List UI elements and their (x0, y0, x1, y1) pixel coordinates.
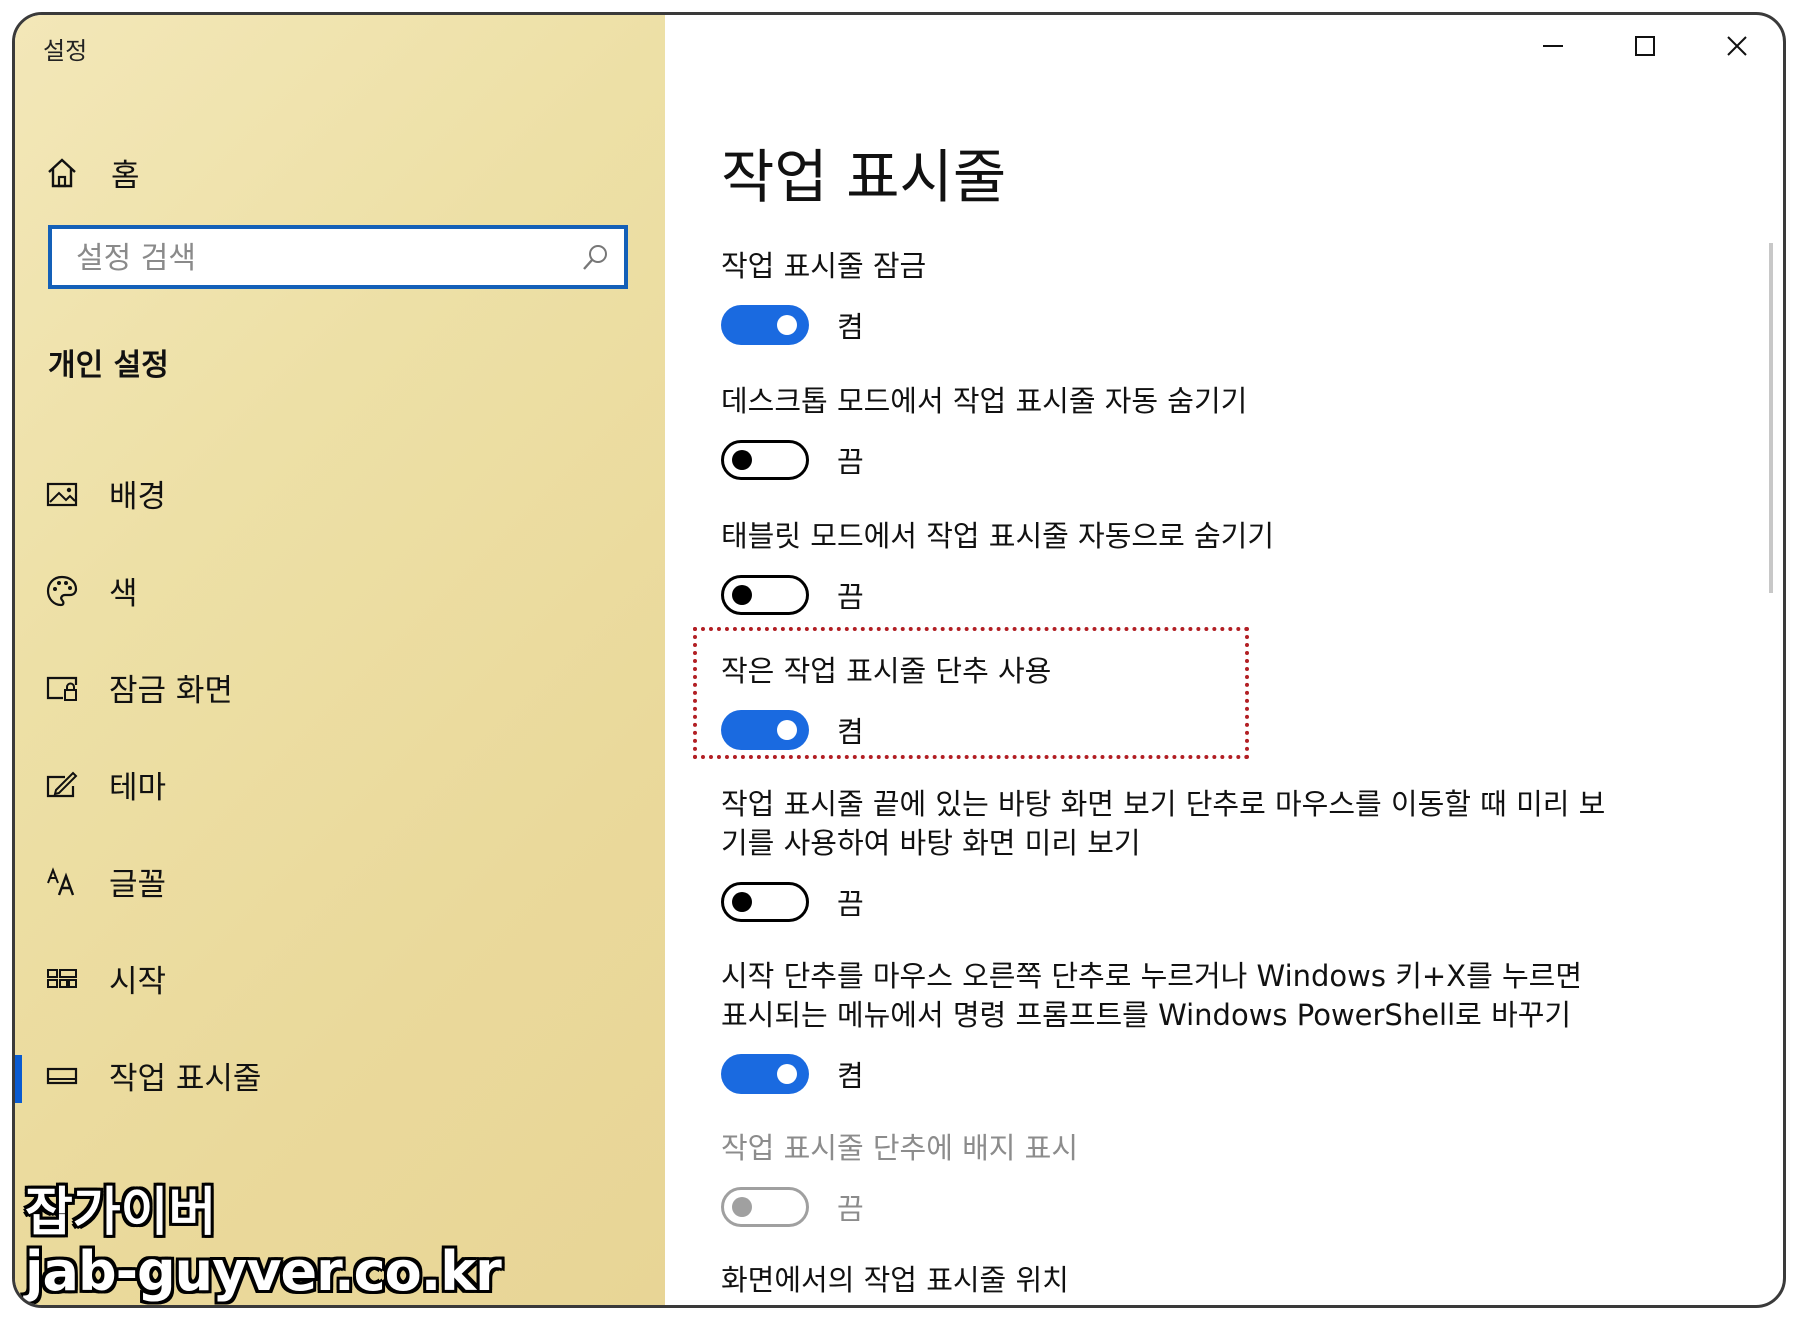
sidebar-item-fonts[interactable]: 글꼴 (15, 833, 665, 930)
sidebar-item-label: 작업 표시줄 (109, 1061, 262, 1097)
toggle-knob (777, 720, 797, 740)
scrollbar[interactable] (1769, 243, 1773, 593)
sidebar-item-theme[interactable]: 테마 (15, 736, 665, 833)
setting-label: 작업 표시줄 끝에 있는 바탕 화면 보기 단추로 마우스를 이동할 때 미리 … (721, 787, 1606, 860)
settings-search-box[interactable] (48, 225, 628, 289)
watermark-url: jab-guyver.co.kr (25, 1240, 502, 1304)
setting-label: 작은 작업 표시줄 단추 사용 (721, 654, 1052, 688)
setting-label: 데스크톱 모드에서 작업 표시줄 자동 숨기기 (721, 384, 1248, 418)
position-label: 화면에서의 작업 표시줄 위치 (721, 1263, 1069, 1297)
lock-screen-icon (45, 671, 79, 705)
minimize-icon (1541, 34, 1565, 62)
toggle-knob (732, 450, 752, 470)
sidebar-item-label: 색 (109, 576, 138, 612)
sidebar-item-label: 시작 (109, 964, 167, 1000)
window-controls (1507, 15, 1783, 81)
close-icon (1725, 34, 1749, 62)
taskbar-icon (45, 1059, 79, 1093)
toggle-state: 끔 (837, 580, 864, 614)
setting-label: 작업 표시줄 잠금 (721, 249, 927, 283)
position-dropdown[interactable] (721, 1305, 1411, 1308)
sidebar-item-label: 배경 (109, 479, 167, 515)
sidebar-item-start[interactable]: 시작 (15, 930, 665, 1027)
setting-label: 태블릿 모드에서 작업 표시줄 자동으로 숨기기 (721, 519, 1275, 553)
toggle-knob (732, 585, 752, 605)
toggle-state: 끔 (837, 887, 864, 921)
sidebar-item-lock-screen[interactable]: 잠금 화면 (15, 639, 665, 736)
sidebar: 설정 홈 개인 설정 배경 (15, 15, 665, 1305)
setting-lock-taskbar: 작업 표시줄 잠금 켬 (721, 247, 1611, 346)
theme-icon (45, 768, 79, 802)
search-input[interactable] (74, 229, 558, 287)
setting-powershell: 시작 단추를 마우스 오른쪽 단추로 누르거나 Windows 키+X를 누르면… (721, 957, 1611, 1095)
watermark: 잡가이버 jab-guyver.co.kr (25, 1183, 502, 1304)
setting-peek-preview: 작업 표시줄 끝에 있는 바탕 화면 보기 단추로 마우스를 이동할 때 미리 … (721, 785, 1611, 923)
sidebar-item-label: 테마 (109, 770, 167, 806)
setting-small-buttons: 작은 작업 표시줄 단추 사용 켬 (721, 652, 1611, 751)
search-icon[interactable] (580, 243, 610, 277)
main-content: 작업 표시줄 작업 표시줄 잠금 켬 데스크톱 모드에서 작업 표시줄 자동 숨… (665, 15, 1783, 1305)
small-buttons-toggle[interactable] (721, 710, 809, 750)
toggle-knob (777, 315, 797, 335)
tablet-autohide-toggle[interactable] (721, 575, 809, 615)
toggle-state: 켬 (837, 1059, 864, 1093)
home-icon (45, 156, 79, 190)
window-title: 설정 (43, 37, 88, 65)
watermark-title: 잡가이버 (25, 1183, 217, 1243)
setting-badges: 작업 표시줄 단추에 배지 표시 끔 (721, 1129, 1611, 1228)
section-title: 개인 설정 (48, 348, 169, 383)
setting-label: 시작 단추를 마우스 오른쪽 단추로 누르거나 Windows 키+X를 누르면… (721, 959, 1583, 1032)
picture-icon (45, 477, 79, 511)
palette-icon (45, 574, 79, 608)
toggle-state: 끔 (837, 445, 864, 479)
start-icon (45, 962, 79, 996)
setting-position: 화면에서의 작업 표시줄 위치 (721, 1261, 1611, 1300)
close-button[interactable] (1691, 15, 1783, 81)
setting-desktop-autohide: 데스크톱 모드에서 작업 표시줄 자동 숨기기 끔 (721, 382, 1611, 481)
desktop-autohide-toggle[interactable] (721, 440, 809, 480)
settings-window: 설정 홈 개인 설정 배경 (12, 12, 1786, 1308)
maximize-button[interactable] (1599, 15, 1691, 81)
sidebar-item-taskbar[interactable]: 작업 표시줄 (15, 1027, 665, 1124)
font-icon (45, 865, 79, 899)
home-nav-item[interactable]: 홈 (45, 150, 140, 195)
home-label: 홈 (111, 158, 140, 194)
sidebar-item-label: 잠금 화면 (109, 673, 233, 709)
page-title: 작업 표시줄 (721, 143, 1007, 211)
sidebar-nav: 배경 색 잠금 화면 테마 글꼴 시작 작업 표시줄 (15, 445, 665, 1124)
sidebar-item-label: 글꼴 (109, 867, 167, 903)
maximize-icon (1633, 34, 1657, 62)
powershell-toggle[interactable] (721, 1054, 809, 1094)
sidebar-item-background[interactable]: 배경 (15, 445, 665, 542)
toggle-knob (732, 1197, 752, 1217)
toggle-state: 끔 (837, 1192, 864, 1226)
minimize-button[interactable] (1507, 15, 1599, 81)
toggle-knob (732, 892, 752, 912)
badges-toggle (721, 1187, 809, 1227)
toggle-state: 켬 (837, 715, 864, 749)
lock-taskbar-toggle[interactable] (721, 305, 809, 345)
toggle-knob (777, 1064, 797, 1084)
setting-label: 작업 표시줄 단추에 배지 표시 (721, 1131, 1079, 1165)
peek-preview-toggle[interactable] (721, 882, 809, 922)
sidebar-item-color[interactable]: 색 (15, 542, 665, 639)
setting-tablet-autohide: 태블릿 모드에서 작업 표시줄 자동으로 숨기기 끔 (721, 517, 1611, 616)
toggle-state: 켬 (837, 310, 864, 344)
